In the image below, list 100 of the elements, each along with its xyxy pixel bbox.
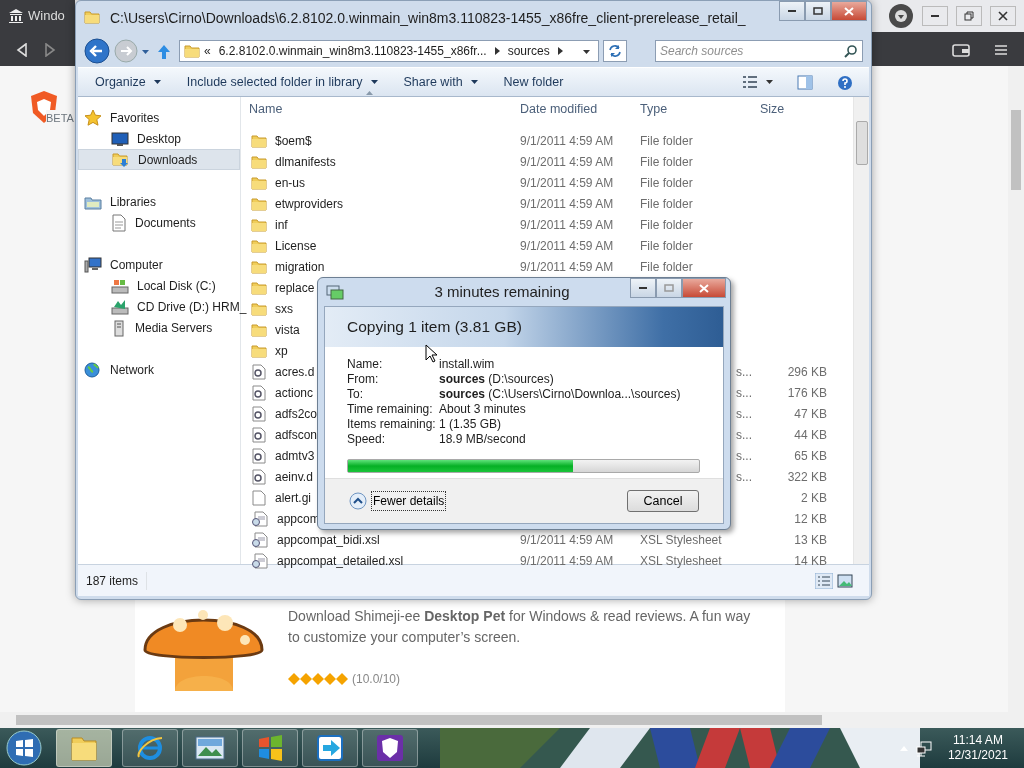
- maximize-icon: [813, 7, 823, 15]
- folder-icon: [251, 321, 267, 338]
- file-name[interactable]: adfscon: [275, 425, 318, 444]
- nav-item[interactable]: Downloads: [78, 149, 240, 170]
- nav-item[interactable]: Media Servers: [78, 317, 240, 338]
- search-icon: [844, 45, 857, 58]
- close-button[interactable]: [831, 1, 867, 21]
- file-name[interactable]: replace: [275, 278, 315, 297]
- details-view-button[interactable]: [815, 571, 833, 590]
- taskbar-button[interactable]: [362, 729, 418, 767]
- breadcrumb[interactable]: 6.2.8102.0.winmain_win8m3.110823-1455_x86fr...: [214, 42, 491, 60]
- detail-value: 18.9 MB/second: [439, 432, 526, 447]
- minimize-icon: [787, 10, 797, 12]
- scroll-thumb[interactable]: [856, 121, 868, 165]
- toolbar-button[interactable]: Organize: [86, 72, 170, 92]
- cursor-icon: [425, 344, 437, 363]
- file-name[interactable]: sxs: [275, 299, 293, 318]
- nav-item[interactable]: Local Disk (C:): [78, 275, 240, 296]
- clock[interactable]: 11:14 AM 12/31/2021: [947, 733, 1008, 763]
- taskbar-button[interactable]: [182, 729, 238, 767]
- forward-button[interactable]: [44, 40, 56, 58]
- taskbar-button[interactable]: [122, 729, 178, 767]
- forward-icon: [44, 42, 56, 57]
- nav-item[interactable]: Computer: [78, 254, 240, 275]
- toolbar-button[interactable]: Include selected folder in library: [177, 72, 387, 92]
- restore-button[interactable]: [956, 6, 982, 26]
- nav-item[interactable]: Libraries: [78, 191, 240, 212]
- browser-tab[interactable]: Windo: [0, 0, 75, 32]
- file-name[interactable]: inf: [275, 215, 288, 234]
- file-name[interactable]: vista: [275, 320, 300, 339]
- profile-icon[interactable]: [888, 3, 914, 29]
- file-name[interactable]: en-us: [275, 173, 306, 192]
- cancel-button[interactable]: Cancel: [627, 490, 699, 512]
- minimize-button[interactable]: [779, 1, 805, 21]
- file-name[interactable]: admtv3: [275, 446, 315, 465]
- refresh-button[interactable]: [603, 40, 627, 62]
- type-cell: File folder: [640, 175, 693, 190]
- file-name[interactable]: dlmanifests: [275, 152, 336, 171]
- column-header[interactable]: Size: [756, 100, 832, 119]
- nav-item[interactable]: Desktop: [78, 128, 240, 149]
- column-header[interactable]: Date modified: [516, 100, 636, 119]
- nav-item[interactable]: CD Drive (D:) HRM_: [78, 296, 247, 317]
- help-button[interactable]: [837, 73, 853, 91]
- taskbar-button[interactable]: [242, 729, 298, 767]
- file-name[interactable]: appcompat_bidi.xsl: [277, 530, 380, 549]
- column-header[interactable]: Type: [636, 100, 756, 119]
- minimize-button[interactable]: [630, 278, 656, 298]
- type-cell: s...: [736, 427, 752, 442]
- star-icon: [324, 673, 336, 685]
- detail-value: sources (D:\sources): [439, 372, 554, 387]
- toolbar-button[interactable]: New folder: [494, 72, 573, 92]
- browser-icon: [135, 733, 165, 763]
- back-icon: [84, 38, 110, 64]
- back-button[interactable]: [84, 38, 110, 64]
- size-cell: 296 KB: [787, 364, 827, 379]
- nav-item[interactable]: Network: [78, 359, 240, 380]
- file-name[interactable]: $oem$: [275, 131, 312, 150]
- start-button[interactable]: [4, 729, 44, 767]
- rating-text: (10.0/10): [352, 671, 401, 688]
- scrollbar[interactable]: [0, 712, 1024, 728]
- breadcrumb[interactable]: sources: [503, 42, 554, 60]
- address-bar[interactable]: « 6.2.8102.0.winmain_win8m3.110823-1455_x86fr... sources: [179, 40, 599, 62]
- nav-item[interactable]: Favorites: [78, 107, 240, 128]
- type-cell: File folder: [640, 196, 693, 211]
- maximize-button[interactable]: [805, 1, 831, 21]
- file-name[interactable]: adfs2co: [275, 404, 318, 423]
- folder-icon: [251, 195, 267, 212]
- details-toggle[interactable]: Fewer details: [371, 491, 447, 511]
- close-button[interactable]: [682, 278, 726, 298]
- toolbar-button[interactable]: Share with: [394, 72, 487, 92]
- scrollbar[interactable]: [1008, 66, 1024, 712]
- chevron-up-icon[interactable]: [349, 492, 367, 510]
- file-name[interactable]: migration: [275, 257, 325, 276]
- chevron-icon: [557, 47, 563, 55]
- close-button[interactable]: [990, 6, 1016, 26]
- back-button[interactable]: [16, 40, 28, 58]
- file-name[interactable]: actionc: [275, 383, 314, 402]
- scroll-thumb[interactable]: [1011, 110, 1021, 190]
- file-name[interactable]: xp: [275, 341, 288, 360]
- taskbar-button[interactable]: [302, 729, 358, 767]
- scroll-thumb[interactable]: [16, 715, 822, 725]
- size-cell: 13 KB: [794, 532, 827, 547]
- thumbnail-view-button[interactable]: [837, 571, 853, 590]
- file-name[interactable]: appcompat_detailed.xsl: [277, 551, 404, 570]
- file-name[interactable]: alert.gi: [275, 488, 312, 507]
- file-name[interactable]: aeinv.d: [275, 467, 313, 486]
- file-name[interactable]: License: [275, 236, 317, 255]
- dialog-title: 3 minutes remaining: [433, 281, 571, 302]
- address-prefix[interactable]: «: [204, 42, 211, 60]
- column-header[interactable]: Name: [241, 100, 516, 119]
- network-button[interactable]: [915, 739, 932, 757]
- minimize-button[interactable]: [922, 6, 948, 26]
- nav-item[interactable]: Documents: [78, 212, 240, 233]
- file-name[interactable]: etwproviders: [275, 194, 344, 213]
- file-name[interactable]: acres.d: [275, 362, 315, 381]
- scrollbar[interactable]: [853, 97, 869, 564]
- search-field[interactable]: Search sources: [655, 40, 863, 62]
- shield-icon: [375, 733, 405, 763]
- view-button[interactable]: [742, 75, 773, 89]
- detail-value: About 3 minutes: [439, 402, 526, 417]
